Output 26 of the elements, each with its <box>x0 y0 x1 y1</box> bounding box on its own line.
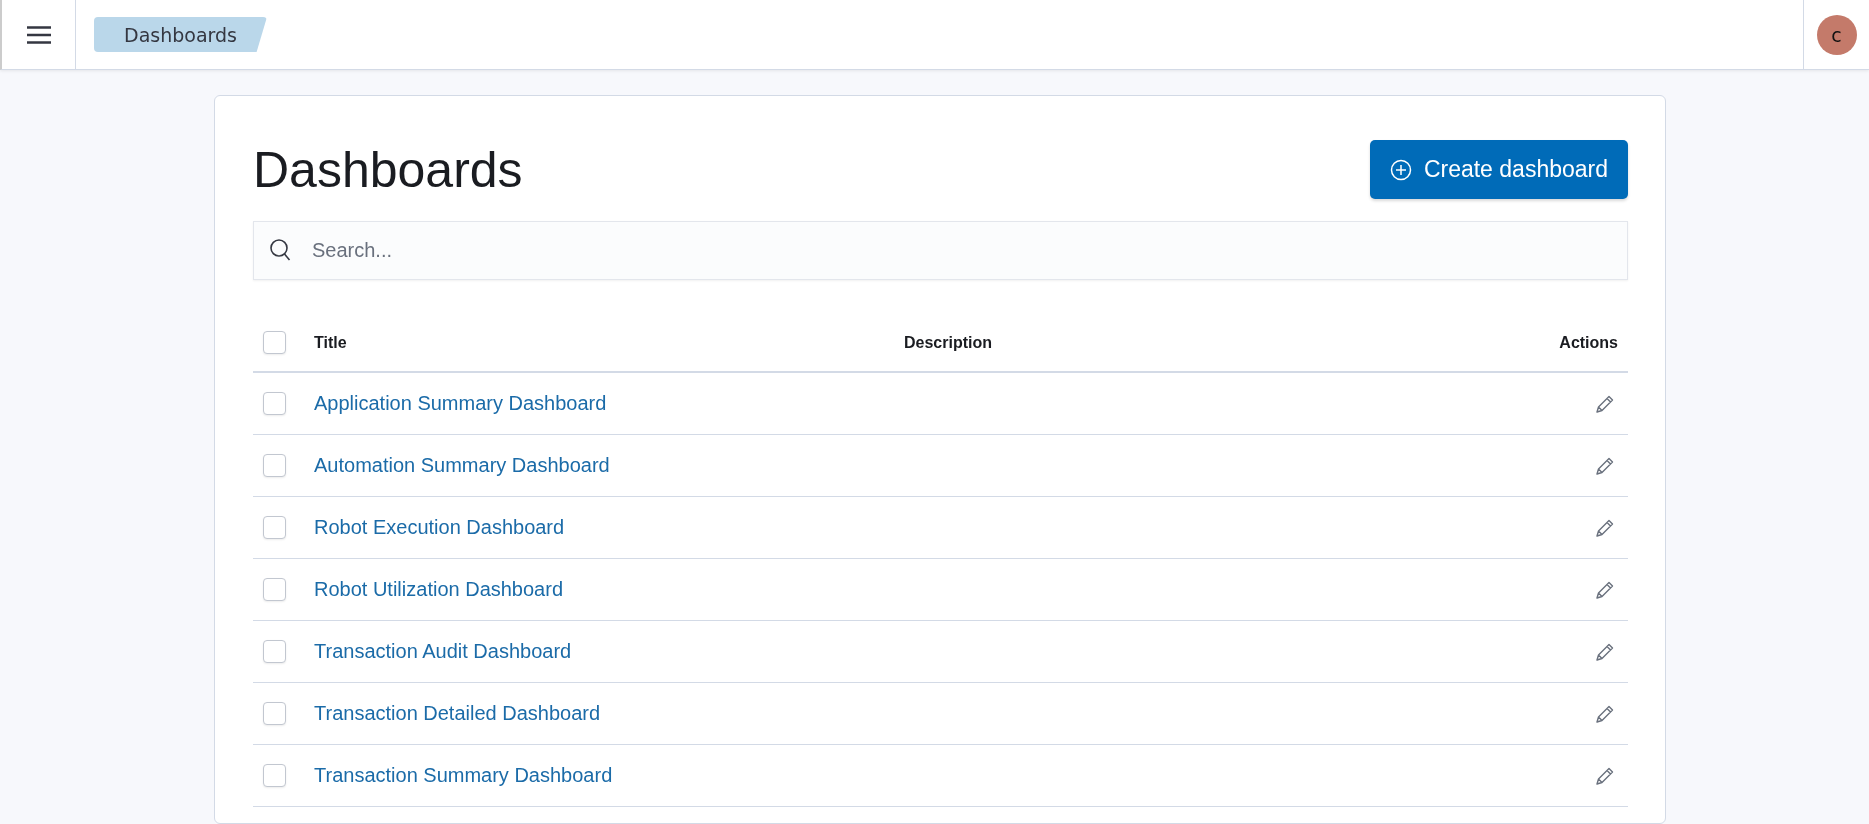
checkbox[interactable] <box>263 516 286 539</box>
dashboard-link[interactable]: Application Summary Dashboard <box>314 392 607 414</box>
page-title: Dashboards <box>253 140 523 199</box>
dashboard-link[interactable]: Robot Execution Dashboard <box>314 516 565 538</box>
menu-icon <box>26 25 51 44</box>
dashboard-link[interactable]: Transaction Summary Dashboard <box>314 764 613 786</box>
column-header: Title <box>314 333 348 352</box>
user-avatar[interactable]: c <box>1816 14 1857 55</box>
column-header: Actions <box>1558 333 1618 352</box>
search-field[interactable]: Search... <box>253 221 1628 280</box>
checkbox[interactable] <box>263 331 286 354</box>
search-icon <box>269 238 293 262</box>
dashboard-link[interactable]: Automation Summary Dashboard <box>314 454 610 476</box>
checkbox[interactable] <box>263 454 286 477</box>
checkbox[interactable] <box>263 578 286 601</box>
dashboard-link[interactable]: Transaction Audit Dashboard <box>314 640 572 662</box>
dashboard-link[interactable]: Transaction Detailed Dashboard <box>314 702 601 724</box>
checkbox[interactable] <box>263 392 286 415</box>
checkbox[interactable] <box>263 764 286 787</box>
checkbox[interactable] <box>263 640 286 663</box>
create-dashboard-button[interactable]: Create dashboard <box>1369 140 1628 199</box>
breadcrumb[interactable]: Dashboards <box>94 17 267 52</box>
dashboard-link[interactable]: Robot Utilization Dashboard <box>314 578 564 600</box>
checkbox[interactable] <box>263 702 286 725</box>
plus-circle-icon <box>1389 158 1412 181</box>
column-header: Description <box>904 333 993 352</box>
